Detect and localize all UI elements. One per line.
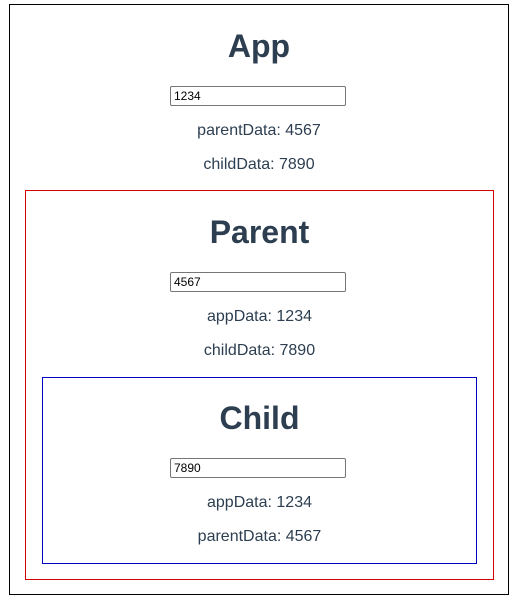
label: parentData [197, 528, 277, 545]
separator: : [276, 122, 286, 139]
child-parent-data-line: parentData: 4567 [43, 529, 476, 545]
app-data-input[interactable] [170, 86, 346, 106]
parent-title: Parent [209, 214, 310, 250]
app-child-data-line: childData: 7890 [10, 157, 508, 173]
parent-child-data-line: childData: 7890 [26, 343, 493, 359]
child-app-data-line: appData: 1234 [43, 495, 476, 511]
app-component: App parentData: 4567 childData: 7890 Par… [9, 4, 509, 595]
parent-component: Parent appData: 1234 childData: 7890 Chi… [25, 190, 494, 580]
value: 4567 [285, 528, 322, 545]
app-title: App [227, 28, 291, 64]
separator: : [270, 156, 279, 173]
value: 7890 [279, 342, 316, 359]
value: 7890 [279, 156, 315, 173]
label: parentData [197, 122, 277, 139]
label: childData [203, 156, 271, 173]
separator: : [276, 528, 286, 545]
parent-app-data-line: appData: 1234 [26, 309, 493, 325]
label: appData [207, 308, 268, 325]
separator: : [270, 342, 280, 359]
label: appData [207, 494, 268, 511]
child-component: Child appData: 1234 parentData: 4567 [42, 377, 477, 564]
value: 1234 [276, 494, 312, 511]
value: 1234 [276, 308, 312, 325]
child-title: Child [219, 400, 300, 436]
label: childData [203, 342, 271, 359]
parent-data-input[interactable] [170, 272, 346, 292]
value: 4567 [285, 122, 321, 139]
child-data-input[interactable] [170, 458, 346, 478]
app-parent-data-line: parentData: 4567 [10, 123, 508, 139]
